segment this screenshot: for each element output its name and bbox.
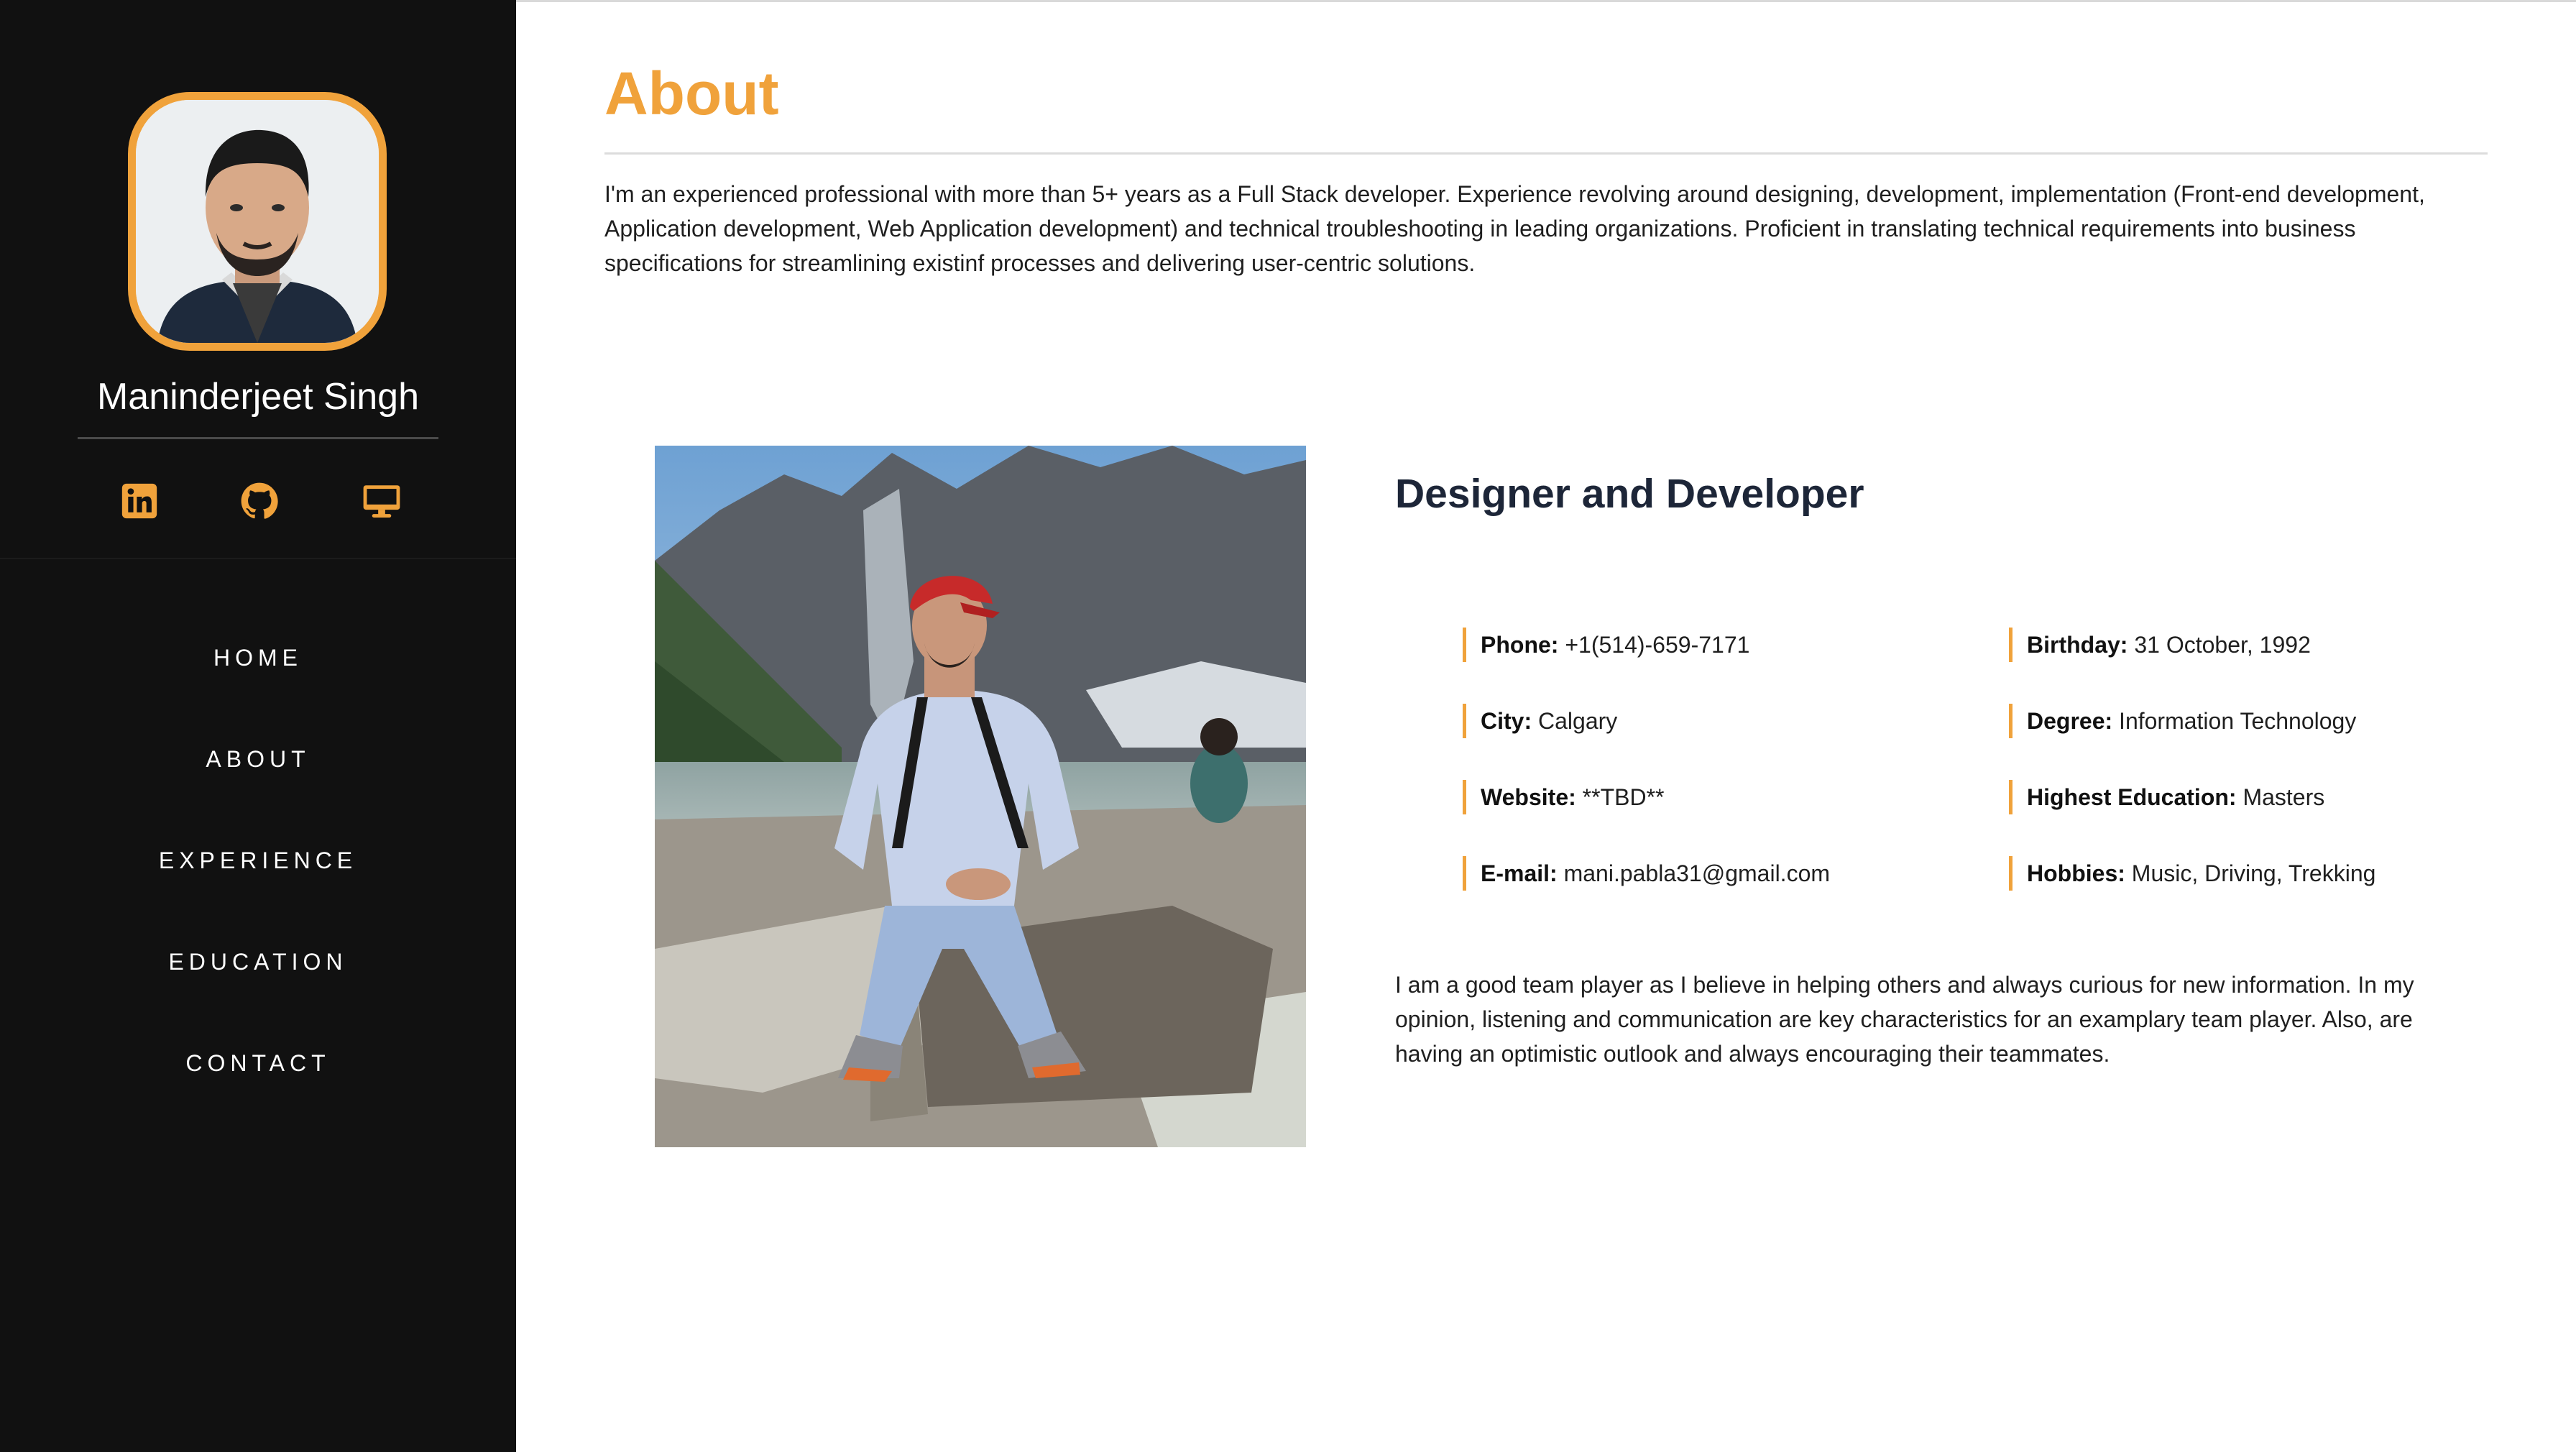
info-value: Music, Driving, Trekking (2131, 860, 2376, 886)
top-border (516, 0, 2576, 2)
info-phone: Phone: +1(514)-659-7171 (1463, 628, 1749, 662)
github-icon (241, 482, 278, 519)
info-email: E-mail: mani.pabla31@gmail.com (1463, 856, 1830, 891)
info-label: Phone: (1481, 632, 1559, 658)
info-label: Degree: (2027, 708, 2113, 734)
title-divider (604, 152, 2488, 155)
linkedin-icon (121, 483, 157, 519)
linkedin-link[interactable] (119, 480, 160, 522)
social-links (0, 480, 516, 523)
page-title: About (604, 60, 779, 127)
info-value: +1(514)-659-7171 (1565, 632, 1750, 658)
github-link[interactable] (239, 480, 280, 522)
info-value: mani.pabla31@gmail.com (1563, 860, 1831, 886)
mountain-lake-photo (655, 446, 1306, 1147)
profile-portrait-image (136, 100, 379, 343)
info-value: Masters (2242, 784, 2325, 810)
info-value: **TBD** (1582, 784, 1665, 810)
info-value: 31 October, 1992 (2134, 632, 2311, 658)
info-city: City: Calgary (1463, 704, 1617, 738)
section-subtitle: Designer and Developer (1395, 471, 1864, 517)
info-hobbies: Hobbies: Music, Driving, Trekking (2009, 856, 2375, 891)
info-website: Website: **TBD** (1463, 780, 1664, 814)
avatar (128, 92, 387, 351)
info-birthday: Birthday: 31 October, 1992 (2009, 628, 2311, 662)
nav-item-education[interactable]: EDUCATION (0, 937, 516, 1038)
profile-name: Maninderjeet Singh (96, 376, 420, 418)
info-label: City: (1481, 708, 1532, 734)
info-value: Calgary (1538, 708, 1618, 734)
sidebar: Maninderjeet Singh HOME ABOUT EXPERIENCE… (0, 0, 516, 1452)
sidebar-divider (0, 558, 516, 559)
nav-item-about[interactable]: ABOUT (0, 734, 516, 835)
info-highest-education: Highest Education: Masters (2009, 780, 2324, 814)
info-label: Website: (1481, 784, 1576, 810)
nav-item-contact[interactable]: CONTACT (0, 1038, 516, 1139)
info-value: Information Technology (2119, 708, 2357, 734)
name-divider (78, 437, 438, 439)
team-player-paragraph: I am a good team player as I believe in … (1395, 972, 2414, 1067)
about-photo (655, 446, 1306, 1147)
info-label: Hobbies: (2027, 860, 2125, 886)
info-degree: Degree: Information Technology (2009, 704, 2356, 738)
nav-item-home[interactable]: HOME (0, 633, 516, 734)
nav-item-experience[interactable]: EXPERIENCE (0, 835, 516, 937)
portfolio-link[interactable] (361, 480, 402, 522)
intro-paragraph: I'm an experienced professional with mor… (604, 181, 2425, 276)
info-label: Highest Education: (2027, 784, 2237, 810)
info-label: Birthday: (2027, 632, 2128, 658)
sidebar-nav: HOME ABOUT EXPERIENCE EDUCATION CONTACT (0, 633, 516, 1139)
info-label: E-mail: (1481, 860, 1558, 886)
desktop-icon (363, 485, 400, 518)
